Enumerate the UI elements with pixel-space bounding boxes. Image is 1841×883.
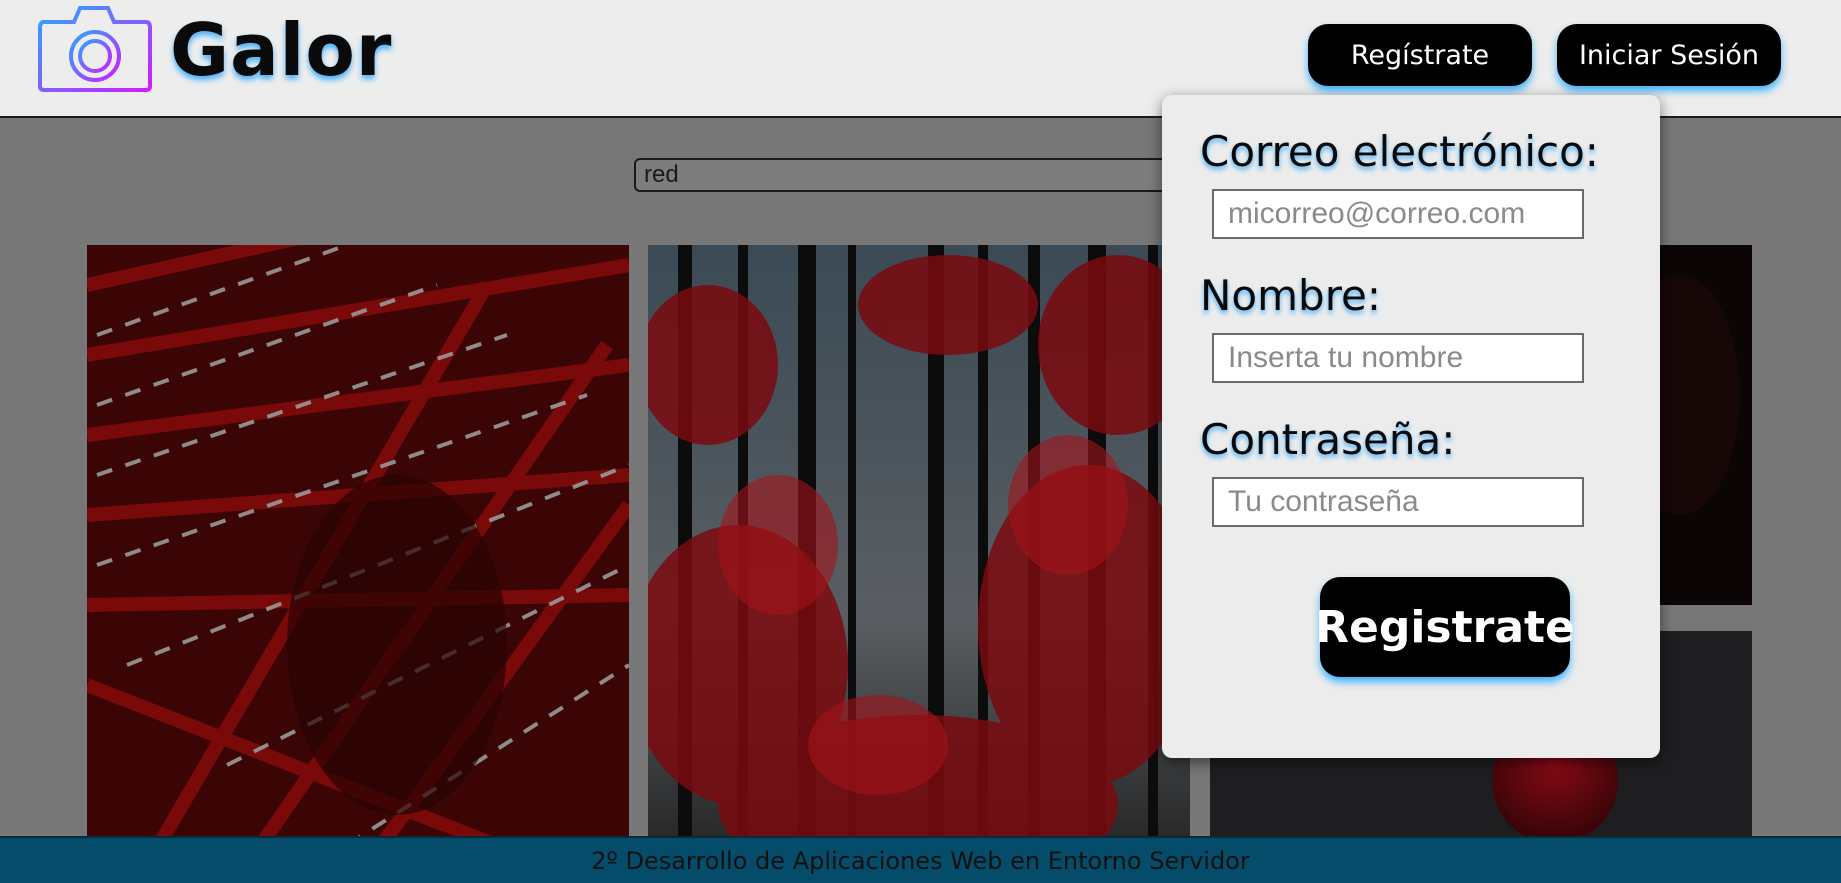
register-modal: Correo electrónico: Nombre: Contraseña: … — [1162, 95, 1660, 758]
email-label: Correo electrónico: — [1200, 127, 1599, 176]
name-field[interactable] — [1212, 333, 1584, 383]
password-label: Contraseña: — [1200, 415, 1456, 464]
footer-text: 2º Desarrollo de Aplicaciones Web en Ent… — [591, 846, 1250, 875]
password-field[interactable] — [1212, 477, 1584, 527]
login-nav-button[interactable]: Iniciar Sesión — [1557, 24, 1781, 86]
register-nav-button[interactable]: Regístrate — [1308, 24, 1532, 86]
name-label: Nombre: — [1200, 271, 1382, 320]
email-field[interactable] — [1212, 189, 1584, 239]
footer: 2º Desarrollo de Aplicaciones Web en Ent… — [0, 836, 1841, 883]
red-laser-portrait-photo[interactable] — [87, 245, 629, 836]
red-forest-photo[interactable] — [648, 245, 1190, 836]
search-input[interactable]: red — [634, 158, 1192, 192]
camera-logo-icon[interactable] — [36, 2, 154, 94]
brand-name: Galor — [170, 8, 393, 92]
register-submit-button[interactable]: Registrate — [1315, 577, 1575, 677]
